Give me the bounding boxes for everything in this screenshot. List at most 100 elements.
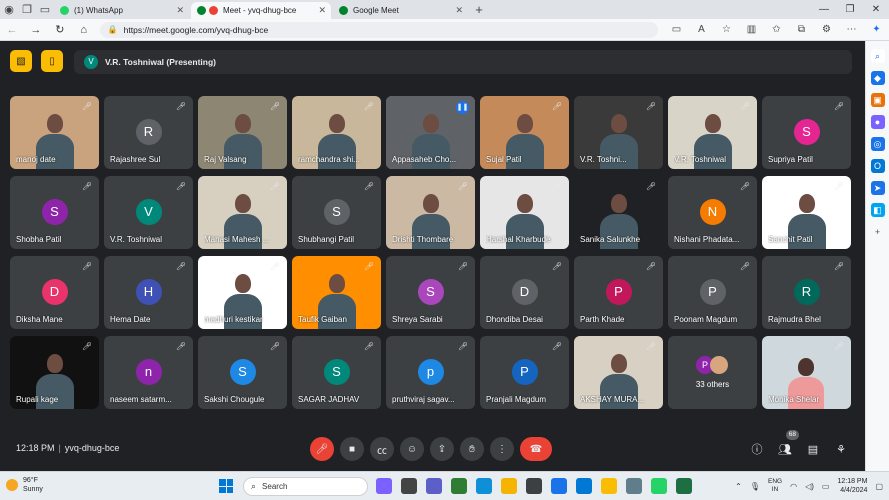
chat-button[interactable]: ▤: [799, 437, 827, 461]
shopping-icon[interactable]: ◆: [870, 71, 885, 85]
participant-tile[interactable]: D 🎤︎ Diksha Mane: [10, 256, 99, 329]
info-button[interactable]: ⓘ: [743, 437, 771, 461]
participant-tile[interactable]: D 🎤︎ Dhondiba Desai: [480, 256, 569, 329]
office-icon[interactable]: ◎: [870, 137, 885, 151]
participant-tile[interactable]: n 🎤︎ naseem satarm...: [104, 336, 193, 409]
task-view-icon[interactable]: [401, 478, 417, 494]
tools-icon[interactable]: ▣: [870, 93, 885, 107]
participant-tile[interactable]: S 🎤︎ Shobha Patil: [10, 176, 99, 249]
collections-icon[interactable]: ❐: [18, 0, 36, 19]
close-tab-icon[interactable]: ✕: [318, 5, 326, 16]
participant-tile[interactable]: V 🎤︎ V.R. Toshniwal: [104, 176, 193, 249]
new-tab-button[interactable]: +: [470, 2, 488, 19]
close-tab-icon[interactable]: ✕: [455, 5, 463, 16]
battery-icon[interactable]: ▭: [822, 482, 830, 491]
present-button[interactable]: ⇪: [430, 437, 454, 461]
layout-icon[interactable]: ▯: [41, 50, 63, 72]
teams-icon[interactable]: [426, 478, 442, 494]
add-icon[interactable]: +: [871, 225, 885, 239]
weather-widget[interactable]: 96°F Sunny: [6, 476, 43, 494]
participant-tile[interactable]: 🎤︎ Monika Shelar: [762, 336, 851, 409]
people-button[interactable]: 👥︎ 68: [771, 430, 799, 461]
close-window-icon[interactable]: ✕: [863, 0, 889, 19]
raise-hand-button[interactable]: ✋︎: [460, 437, 484, 461]
settings-icon[interactable]: [626, 478, 642, 494]
games-icon[interactable]: ●: [870, 115, 885, 129]
chrome-icon[interactable]: [601, 478, 617, 494]
camera-button[interactable]: ■: [340, 437, 364, 461]
participant-tile[interactable]: P 🎤︎ Poonam Magdum: [668, 256, 757, 329]
favorites-icon[interactable]: ✩: [764, 24, 789, 35]
participant-tile[interactable]: 🎤︎ ramchandra shi...: [292, 96, 381, 169]
close-tab-icon[interactable]: ✕: [176, 5, 184, 16]
participant-tile[interactable]: 🎤︎ Rupali kage: [10, 336, 99, 409]
minimize-icon[interactable]: —: [811, 0, 837, 19]
participant-tile[interactable]: R 🎤︎ Rajashree Sul: [104, 96, 193, 169]
tab-meet[interactable]: Meet - yvq-dhug-bce ✕: [191, 2, 331, 19]
participant-tile[interactable]: P 🎤︎ Pranjali Magdum: [480, 336, 569, 409]
participant-tile[interactable]: S 🎤︎ Supriya Patil: [762, 96, 851, 169]
language-indicator[interactable]: ENG IN: [768, 478, 782, 494]
participant-tile[interactable]: 🎤︎ Sanika Salunkhe: [574, 176, 663, 249]
home-icon[interactable]: ⌂: [72, 24, 96, 36]
participant-tile[interactable]: P 🎤︎ Parth Khade: [574, 256, 663, 329]
participant-tile[interactable]: 🎤︎ Drishti Thombare: [386, 176, 475, 249]
participant-tile[interactable]: R 🎤︎ Rajmudra Bhel: [762, 256, 851, 329]
taskbar-clock[interactable]: 12:18 PM 4/4/2024: [837, 477, 867, 495]
designer-icon[interactable]: ◧: [870, 203, 885, 217]
participant-tile[interactable]: H 🎤︎ Hema Date: [104, 256, 193, 329]
notifications-icon[interactable]: ▢: [875, 482, 883, 491]
mail-icon[interactable]: [576, 478, 592, 494]
outlook-icon[interactable]: O: [870, 159, 885, 173]
excel-icon[interactable]: [676, 478, 692, 494]
tab-whatsapp[interactable]: (1) WhatsApp ✕: [54, 2, 189, 19]
split-screen-icon[interactable]: ▥: [739, 24, 764, 35]
activities-button[interactable]: ⚘: [827, 437, 855, 461]
maximize-icon[interactable]: ❐: [837, 0, 863, 19]
chevron-up-icon[interactable]: ⌃: [735, 482, 742, 491]
taskbar-search[interactable]: ⌕ Search: [243, 477, 368, 496]
more-options-button[interactable]: ⋮: [490, 437, 514, 461]
copilot-icon[interactable]: ✦: [864, 24, 889, 35]
participant-tile[interactable]: 🎤︎ Harshal Kharbude: [480, 176, 569, 249]
participant-tile[interactable]: 🎤︎ Taufik Gaiban: [292, 256, 381, 329]
others-tile[interactable]: P 33 others: [668, 336, 757, 409]
favorite-icon[interactable]: ☆: [714, 24, 739, 35]
copilot-app-icon[interactable]: [376, 478, 392, 494]
url-input[interactable]: 🔒 https://meet.google.com/yvq-dhug-bce: [99, 21, 658, 38]
microphone-icon[interactable]: 🎙︎: [750, 482, 760, 491]
send-icon[interactable]: ➤: [870, 181, 885, 195]
participant-tile[interactable]: S 🎤︎ Shreya Sarabi: [386, 256, 475, 329]
edge-icon[interactable]: [476, 478, 492, 494]
participant-tile[interactable]: S 🎤︎ Sakshi Chougule: [198, 336, 287, 409]
more-icon[interactable]: ⋯: [839, 24, 864, 35]
participant-tile[interactable]: 🎤︎ Sanchit Patil: [762, 176, 851, 249]
store-icon[interactable]: [526, 478, 542, 494]
read-aloud-icon[interactable]: A: [689, 24, 714, 35]
participant-tile[interactable]: 🎤︎ madhuri kestikar: [198, 256, 287, 329]
extensions-icon[interactable]: ⚙: [814, 24, 839, 35]
tab-actions-icon[interactable]: ▭: [36, 0, 54, 19]
forward-icon[interactable]: →: [24, 24, 48, 36]
wifi-icon[interactable]: ◠: [790, 482, 797, 491]
search-icon[interactable]: ⌕: [870, 49, 885, 63]
mic-off-button[interactable]: 🎤︎: [310, 437, 334, 461]
start-button[interactable]: [219, 479, 233, 493]
participant-tile[interactable]: S 🎤︎ SAGAR JADHAV: [292, 336, 381, 409]
profile-icon[interactable]: ◉: [0, 0, 18, 19]
participant-tile[interactable]: 🎤︎ Manasi Mahesh ...: [198, 176, 287, 249]
app-icon[interactable]: [551, 478, 567, 494]
participant-tile[interactable]: ❚❚ Appasaheb Cho...: [386, 96, 475, 169]
file-explorer-icon[interactable]: [501, 478, 517, 494]
reactions-button[interactable]: ☺: [400, 437, 424, 461]
volume-icon[interactable]: ◁): [805, 482, 814, 491]
presenting-banner[interactable]: V V.R. Toshniwal (Presenting): [74, 50, 852, 74]
back-icon[interactable]: ←: [0, 24, 24, 36]
participant-tile[interactable]: 🎤︎ V.R. Toshni...: [574, 96, 663, 169]
collections-icon[interactable]: ⧉: [789, 24, 814, 35]
camera-icon[interactable]: ▭: [664, 24, 689, 35]
participant-tile[interactable]: 🎤︎ Raj Valsang: [198, 96, 287, 169]
participant-tile[interactable]: 🎤︎ Sujal Patil: [480, 96, 569, 169]
participant-tile[interactable]: 🎤︎ AKSHAY MURA...: [574, 336, 663, 409]
tab-google-meet[interactable]: Google Meet ✕: [333, 2, 468, 19]
